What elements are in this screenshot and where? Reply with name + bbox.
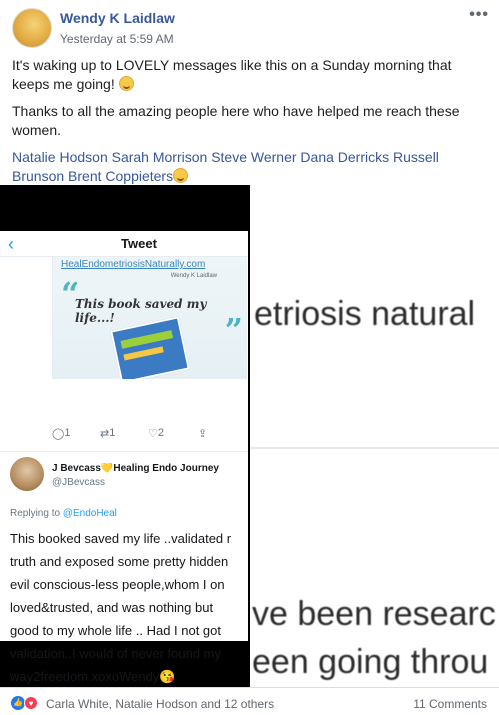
replying-to: Replying to @EndoHeal (10, 508, 117, 519)
zoomed-text-1: etriosis natural (254, 295, 476, 333)
hugging-emoji-icon (118, 76, 134, 91)
quote-close-icon: ” (224, 311, 243, 349)
replying-prefix: Replying to (10, 508, 61, 519)
author-avatar[interactable] (12, 8, 52, 48)
reply-avatar (10, 457, 44, 491)
like-action[interactable]: ♡ 2 (148, 427, 164, 440)
post-timestamp[interactable]: Yesterday at 5:59 AM (60, 32, 174, 46)
book-url: HealEndometriosisNaturally.com (61, 259, 206, 270)
tweet-actions: ◯ 1 ⇄ 1 ♡ 2 ⇪ (52, 427, 242, 445)
reply-body: This booked saved my life ..validated r … (10, 531, 232, 684)
book-cover (110, 316, 190, 379)
tweet-title: Tweet (121, 236, 157, 251)
screenshot-right[interactable]: etriosis natural ve been researc een goi… (250, 185, 499, 687)
zoomed-text-3: een going throu (252, 643, 489, 681)
post-line-2: Thanks to all the amazing people here wh… (12, 103, 460, 138)
tagged-names[interactable]: Natalie Hodson Sarah Morrison Steve Wern… (12, 149, 439, 184)
retweet-action[interactable]: ⇄ 1 (100, 427, 115, 440)
post-header: Wendy K Laidlaw Yesterday at 5:59 AM ••• (0, 0, 499, 52)
tweet-topbar: ‹ Tweet (0, 231, 248, 257)
screenshot-left[interactable]: ‹ Tweet HealEndometriosisNaturally.com W… (0, 185, 248, 687)
post-line-1: It's waking up to LOVELY messages like t… (12, 57, 452, 92)
author-name[interactable]: Wendy K Laidlaw (60, 10, 175, 26)
thumbs-up-icon[interactable]: 👍 (11, 696, 25, 710)
comments-count[interactable]: 11 Comments (413, 697, 487, 711)
tagged-people[interactable]: Natalie Hodson Sarah Morrison Steve Wern… (12, 148, 488, 186)
post-media[interactable]: ‹ Tweet HealEndometriosisNaturally.com W… (0, 185, 499, 687)
divider (0, 451, 248, 452)
heart-icon[interactable]: ♥ (24, 696, 38, 710)
share-icon[interactable]: ⇪ (198, 427, 207, 440)
reactors-summary[interactable]: Carla White, Natalie Hodson and 12 other… (46, 697, 274, 711)
book-signature: Wendy K Laidlaw (170, 273, 217, 279)
reply-action[interactable]: ◯ 1 (52, 427, 70, 440)
reply-count: 1 (64, 427, 71, 439)
tweet-card: ‹ Tweet HealEndometriosisNaturally.com W… (0, 231, 248, 684)
reply-handle: @JBevcass (52, 477, 105, 488)
post-text: It's waking up to LOVELY messages like t… (12, 56, 488, 194)
laughing-emoji-icon (173, 168, 189, 183)
replying-mention: @EndoHeal (62, 508, 117, 519)
reply-name: J Bevcass💛Healing Endo Journey (52, 463, 219, 474)
divider (250, 447, 499, 449)
retweet-count: 1 (109, 427, 116, 439)
like-count: 2 (157, 427, 164, 439)
zoomed-text-2: ve been researc (252, 595, 496, 633)
book-image: HealEndometriosisNaturally.com Wendy K L… (52, 257, 247, 379)
post-footer: 👍 ♥ Carla White, Natalie Hodson and 12 o… (0, 687, 499, 715)
more-options-icon[interactable]: ••• (469, 6, 489, 24)
